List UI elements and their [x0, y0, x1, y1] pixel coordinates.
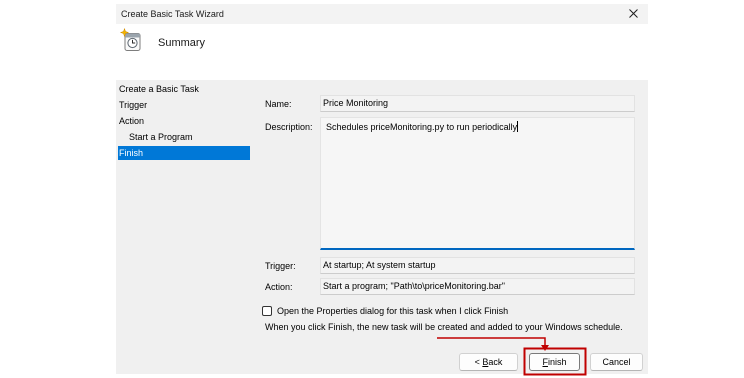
finish-info-text: When you click Finish, the new task will… — [265, 322, 623, 332]
task-scheduler-icon-glyph — [120, 28, 141, 51]
open-properties-checkbox-label[interactable]: Open the Properties dialog for this task… — [277, 305, 508, 317]
nav-step-start-a-program: Start a Program — [118, 129, 250, 145]
wizard-steps-nav: Create a Basic Task Trigger Action Start… — [118, 81, 250, 161]
close-icon[interactable] — [629, 9, 638, 18]
finish-button-label: Finish — [542, 357, 567, 367]
trigger-field[interactable]: At startup; At system startup — [320, 257, 635, 274]
mnemonic-key: F — [542, 357, 548, 367]
close-icon-cross — [629, 9, 638, 18]
nav-step-label: Create a Basic Task — [119, 84, 199, 94]
icon-page-header — [125, 33, 140, 38]
cancel-button[interactable]: Cancel — [590, 353, 643, 371]
action-field-value: Start a program; "Path\to\priceMonitorin… — [323, 281, 505, 291]
trigger-label: Trigger: — [265, 261, 296, 271]
nav-step-trigger: Trigger — [118, 97, 250, 113]
back-button[interactable]: < Back — [459, 353, 518, 371]
text-cursor — [517, 121, 519, 132]
description-field[interactable]: Schedules priceMonitoring.py to run peri… — [320, 117, 635, 250]
nav-step-label: Trigger — [119, 100, 148, 110]
nav-step-action: Action — [118, 113, 250, 129]
open-properties-checkbox[interactable] — [262, 306, 272, 316]
name-label: Name: — [265, 99, 292, 109]
name-field[interactable]: Price Monitoring — [320, 95, 635, 112]
nav-step-label: Finish — [119, 148, 144, 158]
finish-button[interactable]: Finish — [529, 353, 580, 371]
action-field[interactable]: Start a program; "Path\to\priceMonitorin… — [320, 278, 635, 295]
close-icon-glyph — [629, 9, 638, 18]
description-label: Description: — [265, 122, 313, 132]
screenshot-canvas: Create Basic Task Wizard Summary Create … — [0, 0, 744, 378]
wizard-dialog: Create Basic Task Wizard Summary Create … — [116, 4, 648, 374]
page-title: Summary — [158, 37, 206, 49]
name-field-value: Price Monitoring — [323, 98, 389, 108]
nav-step-label: Start a Program — [129, 132, 193, 142]
trigger-field-value: At startup; At system startup — [323, 260, 436, 270]
description-field-value: Schedules priceMonitoring.py to run peri… — [326, 122, 518, 132]
wizard-body: Create a Basic Task Trigger Action Start… — [116, 80, 648, 374]
nav-step-label: Action — [119, 116, 145, 126]
window-title: Create Basic Task Wizard — [121, 9, 224, 19]
mnemonic-key: B — [482, 357, 489, 367]
task-scheduler-icon — [120, 28, 142, 52]
back-button-label: < Back — [474, 357, 503, 367]
wizard-header: Summary — [116, 24, 648, 80]
nav-step-finish: Finish — [118, 145, 250, 161]
cancel-button-label: Cancel — [602, 357, 631, 367]
nav-step-create-basic-task: Create a Basic Task — [118, 81, 250, 97]
action-label: Action: — [265, 282, 293, 292]
title-bar[interactable]: Create Basic Task Wizard — [116, 4, 648, 24]
